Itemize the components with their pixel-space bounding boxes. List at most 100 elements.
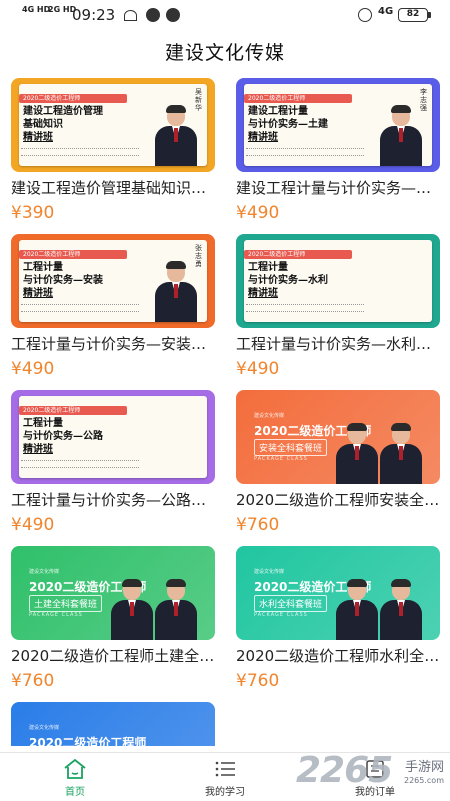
teacher-tie xyxy=(399,446,403,460)
thumbnail-title-line1: 工程计量 xyxy=(23,418,63,429)
chat-notification-icon xyxy=(166,8,180,22)
thumbnail-description xyxy=(21,304,139,312)
course-card[interactable]: 建设文化传媒 2020二级造价工程师 土建全科套餐班 PACKAGE CLASS 202… xyxy=(11,546,215,692)
package-caption: PACKAGE CLASS xyxy=(254,612,308,618)
thumbnail-title-line2: 与计价实务—安装 xyxy=(23,275,103,286)
course-name[interactable]: 工程计量与计价实务—公路精讲班 xyxy=(11,490,215,510)
course-thumbnail[interactable]: 建设文化传媒 2020二级造价工程师 安装全科套餐班 PACKAGE CLASS xyxy=(236,390,440,484)
course-price: ¥760 xyxy=(236,671,280,691)
site-watermark: 2265 手游网 2265.com xyxy=(296,748,446,800)
course-grid[interactable]: 2020二级造价工程师 建设工程造价管理 基础知识 精讲班 吴新华 建设工程造价管理基础知… xyxy=(0,76,450,746)
thumbnail-title-line1: 工程计量 xyxy=(23,262,63,273)
course-card[interactable]: 2020二级造价工程师建设工程计量 与计价实务—土建 精讲班 李志强建设工程计量与计价… xyxy=(236,78,440,224)
course-thumbnail[interactable]: 建设文化传媒 2020二级造价工程师 水利全科套餐班 PACKAGE CLASS xyxy=(236,546,440,640)
course-name[interactable]: 2020二级造价工程师土建全科套餐班 xyxy=(11,646,215,666)
course-thumbnail[interactable]: 2020二级造价工程师 建设工程造价管理 基础知识 精讲班 吴新华 xyxy=(11,78,215,172)
course-name[interactable]: 工程计量与计价实务—安装精讲班 xyxy=(11,334,215,354)
teacher-photo xyxy=(380,579,422,640)
teacher-tie xyxy=(399,128,403,142)
teacher-photo xyxy=(380,105,422,166)
course-card[interactable]: 2020二级造价工程师 工程计量 与计价实务—水利 精讲班工程计量与计价实务—水利精讲… xyxy=(236,234,440,380)
home-icon xyxy=(64,759,86,779)
course-name[interactable]: 建设工程计量与计价实务—土建精讲班 xyxy=(236,178,440,198)
teacher-photo xyxy=(155,261,197,322)
thumbnail-description xyxy=(246,304,364,312)
package-title: 2020二级造价工程师 xyxy=(29,736,147,746)
course-name[interactable]: 2020二级造价工程师水利全科套餐班 xyxy=(236,646,440,666)
status-bar: 4G HD 2G HD 09:23 4G 82 xyxy=(0,0,450,30)
course-card[interactable]: 建设文化传媒 2020二级造价工程师 水利全科套餐班 PACKAGE CLASS 202… xyxy=(236,546,440,692)
wifi-icon xyxy=(124,10,137,21)
course-thumbnail[interactable]: 建设文化传媒 2020二级造价工程师 土建全科套餐班 PACKAGE CLASS xyxy=(11,546,215,640)
thumbnail-title-line3: 精讲班 xyxy=(23,288,53,299)
course-card[interactable]: 建设文化传媒 2020二级造价工程师2020二级造价工程师 xyxy=(11,702,215,746)
course-name[interactable]: 工程计量与计价实务—水利精讲班 xyxy=(236,334,440,354)
thumbnail-ribbon: 2020二级造价工程师 xyxy=(19,94,127,103)
teacher-hair xyxy=(391,105,411,113)
package-brand-tag: 建设文化传媒 xyxy=(29,725,60,731)
course-card[interactable]: 2020二级造价工程师 工程计量 与计价实务—安装 精讲班 张志勇 工程计量与计价实务—安… xyxy=(11,234,215,380)
teacher-name: 张志勇 xyxy=(195,244,202,268)
teacher-tie xyxy=(399,602,403,616)
tab-home[interactable]: 首页 xyxy=(0,753,150,801)
app-notification-icon xyxy=(146,8,160,22)
teacher-tie xyxy=(174,602,178,616)
teacher-hair xyxy=(122,579,142,587)
package-brand-tag: 建设文化传媒 xyxy=(254,413,285,419)
thumbnail-title-line2: 基础知识 xyxy=(23,119,63,130)
thumbnail-ribbon: 2020二级造价工程师 xyxy=(19,250,127,259)
battery-nub-icon xyxy=(428,12,431,18)
teacher-hair xyxy=(166,579,186,587)
clock: 09:23 xyxy=(72,6,116,24)
title-bar: 建设文化传媒 xyxy=(0,30,450,76)
tab-my-learning-label: 我的学习 xyxy=(205,787,245,798)
teacher-name: 李志强 xyxy=(420,88,427,112)
course-price: ¥490 xyxy=(11,359,55,379)
package-brand-tag: 建设文化传媒 xyxy=(29,569,60,575)
teacher-photo xyxy=(336,423,378,484)
package-subtitle: 土建全科套餐班 xyxy=(29,595,103,612)
list-icon xyxy=(215,761,235,777)
course-card[interactable]: 2020二级造价工程师 工程计量 与计价实务—公路 精讲班 工程计量与计价实务—公路精讲… xyxy=(11,390,215,536)
course-thumbnail[interactable]: 2020二级造价工程师 建设工程计量 与计价实务—土建 精讲班 李志强 xyxy=(236,78,440,172)
teacher-hair xyxy=(391,423,411,431)
watermark-brand: 2265 xyxy=(296,750,393,791)
teacher-tie xyxy=(130,602,134,616)
thumbnail-title-line1: 建设工程计量 xyxy=(248,106,308,117)
alarm-icon xyxy=(358,8,372,22)
thumbnail-ribbon: 2020二级造价工程师 xyxy=(244,94,352,103)
course-thumbnail[interactable]: 2020二级造价工程师工程计量与计价实务—公路 精讲班 xyxy=(11,390,215,484)
course-price: ¥760 xyxy=(236,515,280,535)
teacher-tie xyxy=(174,284,178,298)
teacher-hair xyxy=(347,579,367,587)
package-brand-tag: 建设文化传媒 xyxy=(254,569,285,575)
thumbnail-title-line3: 精讲班 xyxy=(248,288,278,299)
thumbnail-description xyxy=(246,148,364,156)
teacher-photo xyxy=(111,579,153,640)
teacher-tie xyxy=(355,602,359,616)
watermark-url: 2265.com xyxy=(404,776,444,785)
package-caption: PACKAGE CLASS xyxy=(29,612,83,618)
course-name[interactable]: 2020二级造价工程师安装全科套餐班 xyxy=(236,490,440,510)
thumbnail-title-line2: 与计价实务—公路 xyxy=(23,431,103,442)
teacher-hair xyxy=(347,423,367,431)
course-thumbnail[interactable]: 2020二级造价工程师工程计量与计价实务—安装 精讲班 张志勇 xyxy=(11,234,215,328)
package-caption: PACKAGE CLASS xyxy=(254,456,308,462)
thumbnail-ribbon: 2020二级造价工程师 xyxy=(244,250,352,259)
package-subtitle: 水利全科套餐班 xyxy=(254,595,328,612)
course-name[interactable]: 建设工程造价管理基础知识精讲班 xyxy=(11,178,215,198)
thumbnail-title-line3: 精讲班 xyxy=(23,444,53,455)
teacher-hair xyxy=(166,105,186,113)
thumbnail-title-line2: 与计价实务—土建 xyxy=(248,119,328,130)
course-card[interactable]: 建设文化传媒 2020二级造价工程师 安装全科套餐班 PACKAGE CLASS 202… xyxy=(236,390,440,536)
course-price: ¥390 xyxy=(11,203,55,223)
thumbnail-title-line3: 精讲班 xyxy=(23,132,53,143)
tab-my-learning[interactable]: 我的学习 xyxy=(150,753,300,801)
thumbnail-ribbon: 2020二级造价工程师 xyxy=(19,406,127,415)
battery-indicator: 82 xyxy=(398,8,428,22)
course-card[interactable]: 2020二级造价工程师 建设工程造价管理 基础知识 精讲班 吴新华 建设工程造价管理基础知… xyxy=(11,78,215,224)
thumbnail-description xyxy=(21,148,139,156)
course-price: ¥760 xyxy=(11,671,55,691)
course-thumbnail[interactable]: 2020二级造价工程师 工程计量 与计价实务—水利 精讲班 xyxy=(236,234,440,328)
course-thumbnail[interactable]: 建设文化传媒 2020二级造价工程师 xyxy=(11,702,215,746)
